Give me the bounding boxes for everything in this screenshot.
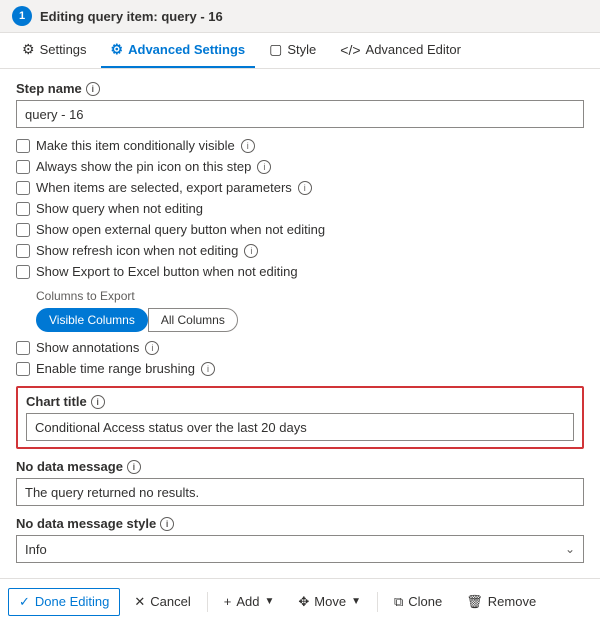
- tab-style-label: Style: [287, 42, 316, 57]
- show-refresh-checkbox[interactable]: [16, 244, 30, 258]
- checkbox-export-params: When items are selected, export paramete…: [16, 180, 584, 195]
- columns-to-export-label: Columns to Export: [36, 289, 584, 303]
- tab-advanced-settings-label: Advanced Settings: [128, 42, 245, 57]
- visible-columns-btn[interactable]: Visible Columns: [36, 308, 148, 332]
- pin-icon-checkbox[interactable]: [16, 160, 30, 174]
- checkboxes-group-1: Make this item conditionally visible i A…: [16, 138, 584, 279]
- move-caret-icon: ▼: [351, 596, 361, 607]
- annotations-info-icon[interactable]: i: [145, 341, 159, 355]
- checkbox-show-query: Show query when not editing: [16, 201, 584, 216]
- chart-title-info-icon[interactable]: i: [91, 395, 105, 409]
- remove-label: Remove: [488, 594, 536, 609]
- tab-advanced-settings[interactable]: ⚙ Advanced Settings: [101, 33, 256, 68]
- move-label: Move: [314, 594, 346, 609]
- checkbox-time-range: Enable time range brushing i: [16, 361, 584, 376]
- header-badge: 1: [12, 6, 32, 26]
- footer-toolbar: ✓ Done Editing ✕ Cancel + Add ▼ ✥ Move ▼…: [0, 578, 600, 624]
- step-name-input[interactable]: [16, 100, 584, 128]
- done-editing-button[interactable]: ✓ Done Editing: [8, 588, 120, 616]
- export-params-info-icon[interactable]: i: [298, 181, 312, 195]
- cancel-button[interactable]: ✕ Cancel: [124, 589, 200, 615]
- remove-button[interactable]: 🗑 Remove: [456, 589, 546, 615]
- checkbox-open-external: Show open external query button when not…: [16, 222, 584, 237]
- add-caret-icon: ▼: [264, 596, 274, 607]
- chevron-down-icon: ⌄: [565, 542, 575, 556]
- checkbox-cond-visible: Make this item conditionally visible i: [16, 138, 584, 153]
- chart-title-input[interactable]: [26, 413, 574, 441]
- pin-icon-info-icon[interactable]: i: [257, 160, 271, 174]
- header-title: Editing query item: query - 16: [40, 9, 223, 24]
- advanced-editor-icon: </>: [340, 42, 360, 58]
- chart-title-group: Chart title i: [16, 386, 584, 449]
- all-columns-btn[interactable]: All Columns: [148, 308, 238, 332]
- header: 1 Editing query item: query - 16: [0, 0, 600, 33]
- clone-button[interactable]: ⧉ Clone: [384, 589, 452, 615]
- annotations-checkbox[interactable]: [16, 341, 30, 355]
- style-icon: ▢: [269, 41, 282, 58]
- export-params-checkbox[interactable]: [16, 181, 30, 195]
- time-range-checkbox[interactable]: [16, 362, 30, 376]
- settings-icon: ⚙: [22, 41, 35, 58]
- clone-label: Clone: [408, 594, 442, 609]
- checkbox-pin-icon: Always show the pin icon on this step i: [16, 159, 584, 174]
- checkbox-show-refresh: Show refresh icon when not editing i: [16, 243, 584, 258]
- no-data-message-info-icon[interactable]: i: [127, 460, 141, 474]
- tab-bar: ⚙ Settings ⚙ Advanced Settings ▢ Style <…: [0, 33, 600, 69]
- chart-title-label: Chart title i: [26, 394, 574, 409]
- step-name-label: Step name i: [16, 81, 584, 96]
- step-name-info-icon[interactable]: i: [86, 82, 100, 96]
- tab-style[interactable]: ▢ Style: [259, 33, 326, 68]
- no-data-message-group: No data message i: [16, 459, 584, 506]
- footer-divider-1: [207, 592, 208, 612]
- open-external-checkbox[interactable]: [16, 223, 30, 237]
- footer-divider-2: [377, 592, 378, 612]
- tab-settings-label: Settings: [40, 42, 87, 57]
- move-button[interactable]: ✥ Move ▼: [288, 589, 371, 615]
- cancel-label: Cancel: [150, 594, 190, 609]
- columns-to-export-section: Columns to Export Visible Columns All Co…: [36, 289, 584, 332]
- no-data-style-group: No data message style i Info ⌄: [16, 516, 584, 563]
- step-name-group: Step name i: [16, 81, 584, 128]
- clone-icon: ⧉: [394, 594, 403, 610]
- checkmark-icon: ✓: [19, 594, 30, 610]
- cond-visible-info-icon[interactable]: i: [241, 139, 255, 153]
- no-data-style-value: Info: [25, 542, 47, 557]
- tab-advanced-editor-label: Advanced Editor: [366, 42, 461, 57]
- time-range-info-icon[interactable]: i: [201, 362, 215, 376]
- show-export-checkbox[interactable]: [16, 265, 30, 279]
- columns-toggle-group: Visible Columns All Columns: [36, 308, 584, 332]
- cancel-icon: ✕: [134, 594, 145, 610]
- show-query-checkbox[interactable]: [16, 202, 30, 216]
- show-refresh-info-icon[interactable]: i: [244, 244, 258, 258]
- checkbox-annotations: Show annotations i: [16, 340, 584, 355]
- add-label: Add: [236, 594, 259, 609]
- add-icon: +: [224, 594, 232, 609]
- move-icon: ✥: [298, 594, 309, 610]
- cond-visible-checkbox[interactable]: [16, 139, 30, 153]
- no-data-message-input[interactable]: [16, 478, 584, 506]
- add-button[interactable]: + Add ▼: [214, 589, 285, 614]
- checkboxes-group-2: Show annotations i Enable time range bru…: [16, 340, 584, 376]
- remove-icon: 🗑: [466, 594, 483, 610]
- tab-settings[interactable]: ⚙ Settings: [12, 33, 97, 68]
- no-data-style-info-icon[interactable]: i: [160, 517, 174, 531]
- form-content: Step name i Make this item conditionally…: [0, 69, 600, 572]
- advanced-settings-icon: ⚙: [111, 41, 124, 58]
- checkbox-show-export: Show Export to Excel button when not edi…: [16, 264, 584, 279]
- tab-advanced-editor[interactable]: </> Advanced Editor: [330, 34, 471, 68]
- no-data-style-label: No data message style i: [16, 516, 584, 531]
- no-data-style-select[interactable]: Info ⌄: [16, 535, 584, 563]
- no-data-message-label: No data message i: [16, 459, 584, 474]
- done-editing-label: Done Editing: [35, 594, 109, 609]
